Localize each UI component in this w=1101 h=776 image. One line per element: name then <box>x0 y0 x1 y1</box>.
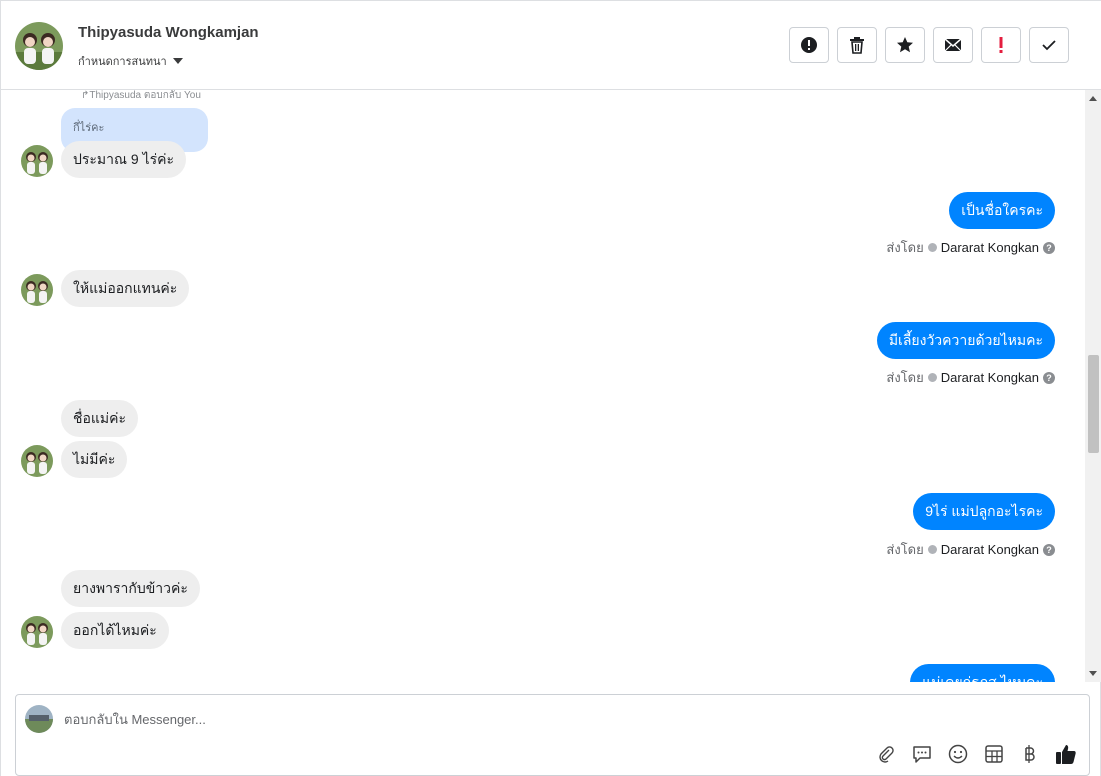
assign-conversation-label: กำหนดการสนทนา <box>78 56 167 68</box>
help-icon[interactable]: ? <box>1043 241 1055 254</box>
outgoing-message: มีเลี้ยงวัวควายด้วยไหมคะ <box>876 322 1055 359</box>
thumbs-up-icon[interactable] <box>1055 743 1077 765</box>
agent-name: Dararat Kongkan <box>940 240 1039 255</box>
agent-name: Dararat Kongkan <box>940 542 1039 557</box>
comment-icon[interactable] <box>911 743 933 765</box>
inbox-conversation-view: Thipyasuda Wongkamjan กำหนดการสนทนา ↱Thi… <box>0 0 1101 776</box>
message-thread[interactable]: ↱Thipyasuda ตอบกลับ You กี่ไร่คะ ประมาณ … <box>1 90 1085 682</box>
alert-circle-icon <box>801 37 817 53</box>
thread-scrollbar[interactable] <box>1085 90 1101 682</box>
sent-by-line: ส่งโดย Dararat Kongkan ? <box>886 237 1055 258</box>
incoming-message: ประมาณ 9 ไร่ค่ะ <box>61 141 187 178</box>
contact-name[interactable]: Thipyasuda Wongkamjan <box>78 24 259 41</box>
assign-conversation-dropdown[interactable]: กำหนดการสนทนา <box>78 52 183 70</box>
mark-unread-button[interactable] <box>933 27 973 63</box>
incoming-message: ชื่อแม่ค่ะ <box>61 400 139 437</box>
baht-icon[interactable] <box>1019 743 1041 765</box>
conversation-header: Thipyasuda Wongkamjan กำหนดการสนทนา <box>1 0 1101 90</box>
incoming-message: ไม่มีค่ะ <box>61 441 128 478</box>
mark-done-button[interactable] <box>1029 27 1069 63</box>
verified-badge-icon <box>927 545 937 554</box>
composer-tools <box>875 743 1077 765</box>
scroll-thumb[interactable] <box>1088 355 1099 453</box>
help-icon[interactable]: ? <box>1043 543 1055 556</box>
verified-badge-icon <box>927 373 937 382</box>
exclamation-icon <box>999 37 1003 53</box>
agent-name: Dararat Kongkan <box>940 370 1039 385</box>
caret-down-icon <box>172 58 183 64</box>
incoming-message: ออกได้ไหมค่ะ <box>61 612 169 649</box>
outgoing-message: 9ไร่ แม่ปลูกอะไรคะ <box>913 493 1055 530</box>
scroll-down-arrow-icon[interactable] <box>1089 671 1097 676</box>
contact-avatar-small <box>21 274 53 306</box>
emoji-icon[interactable] <box>947 743 969 765</box>
verified-badge-icon <box>927 243 937 252</box>
star-button[interactable] <box>885 27 925 63</box>
reply-input[interactable] <box>64 708 964 730</box>
mark-important-button[interactable] <box>981 27 1021 63</box>
check-icon <box>1042 40 1056 51</box>
contact-avatar[interactable] <box>15 22 63 70</box>
report-spam-button[interactable] <box>789 27 829 63</box>
help-icon[interactable]: ? <box>1043 371 1055 384</box>
reply-composer <box>15 694 1090 776</box>
trash-icon <box>850 37 864 54</box>
scroll-up-arrow-icon[interactable] <box>1089 96 1097 101</box>
paperclip-icon[interactable] <box>875 743 897 765</box>
contact-avatar-small <box>21 445 53 477</box>
table-icon[interactable] <box>983 743 1005 765</box>
star-icon <box>897 37 913 53</box>
page-avatar <box>25 705 53 733</box>
conversation-toolbar <box>789 27 1069 63</box>
contact-avatar-small <box>21 145 53 177</box>
delete-button[interactable] <box>837 27 877 63</box>
incoming-message: ให้แม่ออกแทนค่ะ <box>61 270 190 307</box>
outgoing-message: เป็นชื่อใครคะ <box>949 192 1055 229</box>
sent-by-line: ส่งโดย Dararat Kongkan ? <box>886 539 1055 560</box>
reply-note: ↱Thipyasuda ตอบกลับ You <box>81 90 201 101</box>
outgoing-message: แม่เคยกู่ธกส.ไหมคะ <box>910 664 1055 682</box>
incoming-message: ยางพารากับข้าวค่ะ <box>61 570 200 607</box>
contact-avatar-small <box>21 616 53 648</box>
sent-by-line: ส่งโดย Dararat Kongkan ? <box>886 367 1055 388</box>
envelope-icon <box>944 38 962 52</box>
